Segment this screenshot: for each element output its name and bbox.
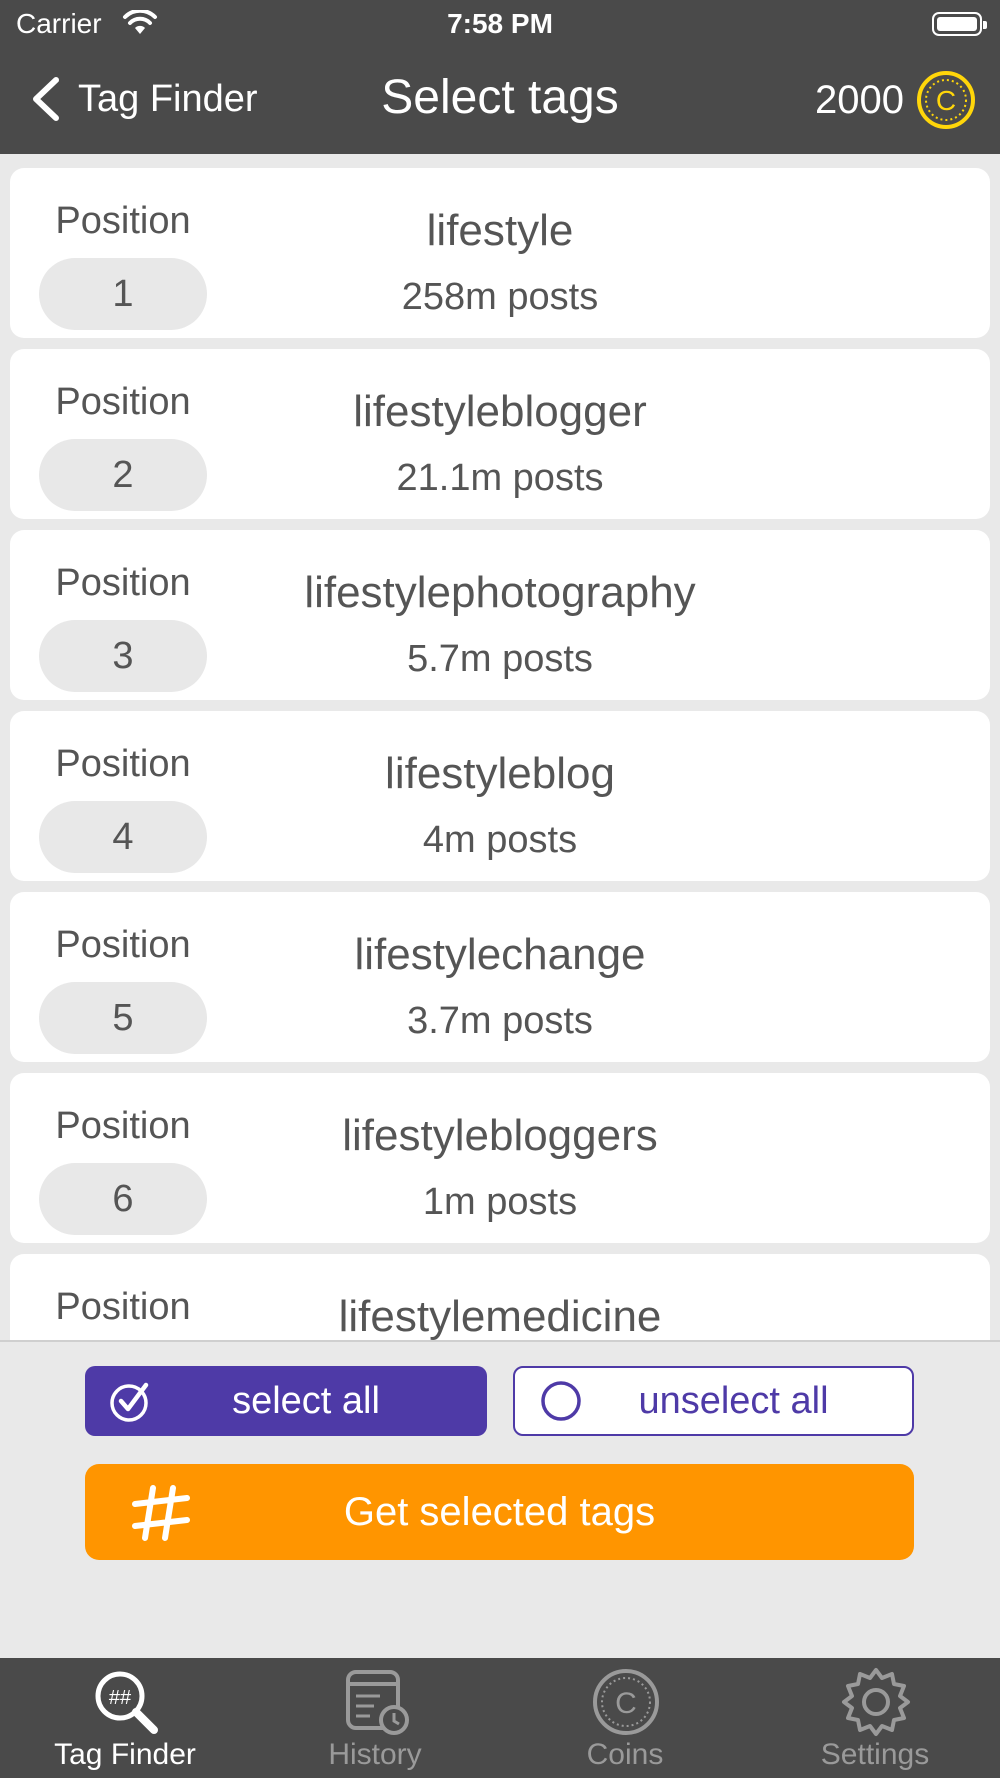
tag-post-count: 258m posts [401, 276, 599, 318]
tag-row[interactable]: Position 3 lifestylephotography 5.7m pos… [10, 530, 990, 700]
coin-icon: C [593, 1669, 659, 1735]
clock: 7:58 PM [447, 8, 553, 39]
tag-row[interactable]: Position 4 lifestyleblog 4m posts [10, 711, 990, 881]
tag-name: lifestyleblog [385, 749, 615, 798]
tag-row[interactable]: Position 1 lifestyle 258m posts [10, 168, 990, 338]
tag-row[interactable]: Position 7 lifestylemedicine [10, 1254, 990, 1340]
tab-label: Tag Finder [54, 1738, 196, 1771]
tab-label: Coins [586, 1738, 664, 1771]
tag-name: lifestyleblogger [353, 387, 647, 436]
tag-row[interactable]: Position 5 lifestylechange 3.7m posts [10, 892, 990, 1062]
coin-icon: C [917, 71, 975, 129]
tag-list: Position 1 lifestyle 258m posts Position… [0, 154, 1000, 1340]
coin-count: 2000 [815, 77, 904, 122]
get-selected-tags-label: Get selected tags [343, 1490, 656, 1534]
header: Carrier 7:58 PM Tag Finder Select tags 2… [0, 0, 1000, 154]
get-selected-tags-button[interactable]: Get selected tags [85, 1464, 914, 1560]
battery-icon [932, 12, 987, 36]
tag-post-count: 4m posts [422, 819, 578, 861]
svg-text:C: C [936, 85, 956, 116]
tag-post-count: 1m posts [422, 1181, 578, 1223]
tab-settings[interactable]: Settings [750, 1658, 1000, 1778]
tab-tag-finder[interactable]: ## Tag Finder [0, 1658, 250, 1778]
select-all-button[interactable]: select all [85, 1366, 487, 1436]
history-icon [346, 1670, 409, 1735]
coin-balance: 2000 C [815, 70, 976, 130]
svg-text:##: ## [109, 1687, 132, 1709]
tag-post-count: 3.7m posts [407, 1000, 593, 1042]
tag-name: lifestylephotography [304, 568, 696, 617]
tag-name: lifestylemedicine [338, 1292, 662, 1340]
tab-label: History [328, 1738, 422, 1771]
unselect-all-button[interactable]: unselect all [513, 1366, 914, 1436]
tag-post-count: 5.7m posts [407, 638, 593, 680]
gear-icon [842, 1668, 910, 1736]
select-all-label: select all [232, 1380, 380, 1422]
tab-bar: ## Tag Finder History C Coins Settings [0, 1658, 1000, 1778]
status-bar: Carrier 7:58 PM [0, 0, 1000, 50]
tag-row[interactable]: Position 2 lifestyleblogger 21.1m posts [10, 349, 990, 519]
tab-coins[interactable]: C Coins [500, 1658, 750, 1778]
unselect-all-label: unselect all [638, 1380, 829, 1422]
tag-row[interactable]: Position 6 lifestylebloggers 1m posts [10, 1073, 990, 1243]
tag-post-count: 21.1m posts [396, 457, 604, 499]
tab-label: Settings [820, 1738, 930, 1771]
tag-name: lifestyle [426, 206, 574, 255]
tag-search-icon: ## [95, 1671, 158, 1734]
tag-name: lifestylechange [354, 930, 646, 979]
tag-name: lifestylebloggers [342, 1111, 658, 1160]
tab-history[interactable]: History [250, 1658, 500, 1778]
action-panel: select all unselect all Get selected tag… [0, 1340, 1000, 1660]
svg-text:C: C [615, 1687, 637, 1720]
